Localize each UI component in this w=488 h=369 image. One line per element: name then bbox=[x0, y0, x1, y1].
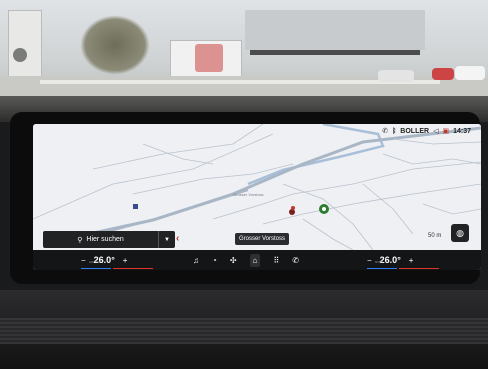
search-box[interactable]: ⚲ Hier suchen ▼ bbox=[43, 231, 175, 248]
home-icon[interactable]: ⌂ bbox=[249, 253, 261, 267]
ac-status-label: A/C OFF bbox=[89, 260, 101, 264]
navigation-mode-button[interactable]: ◍ bbox=[451, 224, 469, 242]
parked-car bbox=[378, 70, 414, 82]
cool-indicator bbox=[81, 267, 111, 269]
temp-increase-button[interactable]: + bbox=[123, 256, 128, 265]
temp-increase-button[interactable]: + bbox=[409, 256, 414, 265]
map-scale: 50 m bbox=[428, 233, 442, 239]
dashboard-trim bbox=[0, 318, 488, 344]
bluetooth-icon: ᛒ bbox=[392, 127, 397, 135]
search-field[interactable]: ⚲ Hier suchen bbox=[43, 236, 158, 244]
building bbox=[245, 10, 425, 50]
poi-marker[interactable] bbox=[133, 204, 138, 209]
apps-icon[interactable]: ⠿ bbox=[273, 256, 279, 265]
search-placeholder: Hier suchen bbox=[86, 236, 124, 243]
heat-indicator bbox=[399, 267, 439, 269]
canopy bbox=[250, 50, 420, 55]
climate-driver: − 26.0° A/C OFF + bbox=[81, 250, 153, 270]
infotainment-screen: Grosser Vorstoss ✆ ᛒ BOLLER ◁ ▣ 14:37 ⚲ … bbox=[33, 124, 481, 270]
calendar-icon: ▣ bbox=[442, 128, 450, 135]
parked-car bbox=[455, 66, 485, 80]
search-icon: ⚲ bbox=[77, 236, 83, 244]
status-bar: ✆ ᛒ BOLLER ◁ ▣ 14:37 bbox=[382, 126, 471, 136]
current-position-marker bbox=[291, 206, 295, 210]
temp-decrease-button[interactable]: − bbox=[367, 256, 372, 265]
radio-station: BOLLER bbox=[400, 127, 430, 135]
climate-passenger: − 26.0° SYNC + bbox=[367, 250, 439, 270]
gauge-icon[interactable]: ◔ bbox=[212, 256, 217, 265]
phone-icon: ✆ bbox=[382, 128, 389, 135]
phone-icon[interactable]: ✆ bbox=[292, 256, 299, 265]
current-street-label: Grosser Vorstoss bbox=[235, 233, 290, 245]
billboard-image bbox=[195, 44, 223, 72]
destination-pin-dot bbox=[322, 207, 326, 211]
round-sign bbox=[13, 48, 27, 62]
parked-car bbox=[432, 68, 454, 80]
collapse-panel-icon[interactable]: ‹ bbox=[176, 233, 179, 244]
current-position-marker bbox=[289, 209, 295, 215]
music-icon[interactable]: ♫ bbox=[193, 256, 199, 265]
windshield-view bbox=[0, 0, 488, 110]
search-dropdown-button[interactable]: ▼ bbox=[158, 231, 175, 248]
bottom-control-bar: − 26.0° A/C OFF + ♫ ◔ ✣ ⌂ ⠿ ✆ − 26.0° SY… bbox=[33, 250, 481, 270]
heat-indicator bbox=[113, 267, 153, 269]
volume-icon: ◁ bbox=[433, 128, 439, 135]
sync-status-label: SYNC bbox=[375, 260, 384, 264]
tree bbox=[80, 15, 150, 75]
fan-icon[interactable]: ✣ bbox=[230, 256, 237, 265]
map-label: Grosser Vorstoss bbox=[233, 192, 264, 197]
clock: 14:37 bbox=[453, 127, 471, 135]
temp-decrease-button[interactable]: − bbox=[81, 256, 86, 265]
quick-access-row: ♫ ◔ ✣ ⌂ ⠿ ✆ bbox=[193, 250, 299, 270]
cool-indicator bbox=[367, 267, 397, 269]
